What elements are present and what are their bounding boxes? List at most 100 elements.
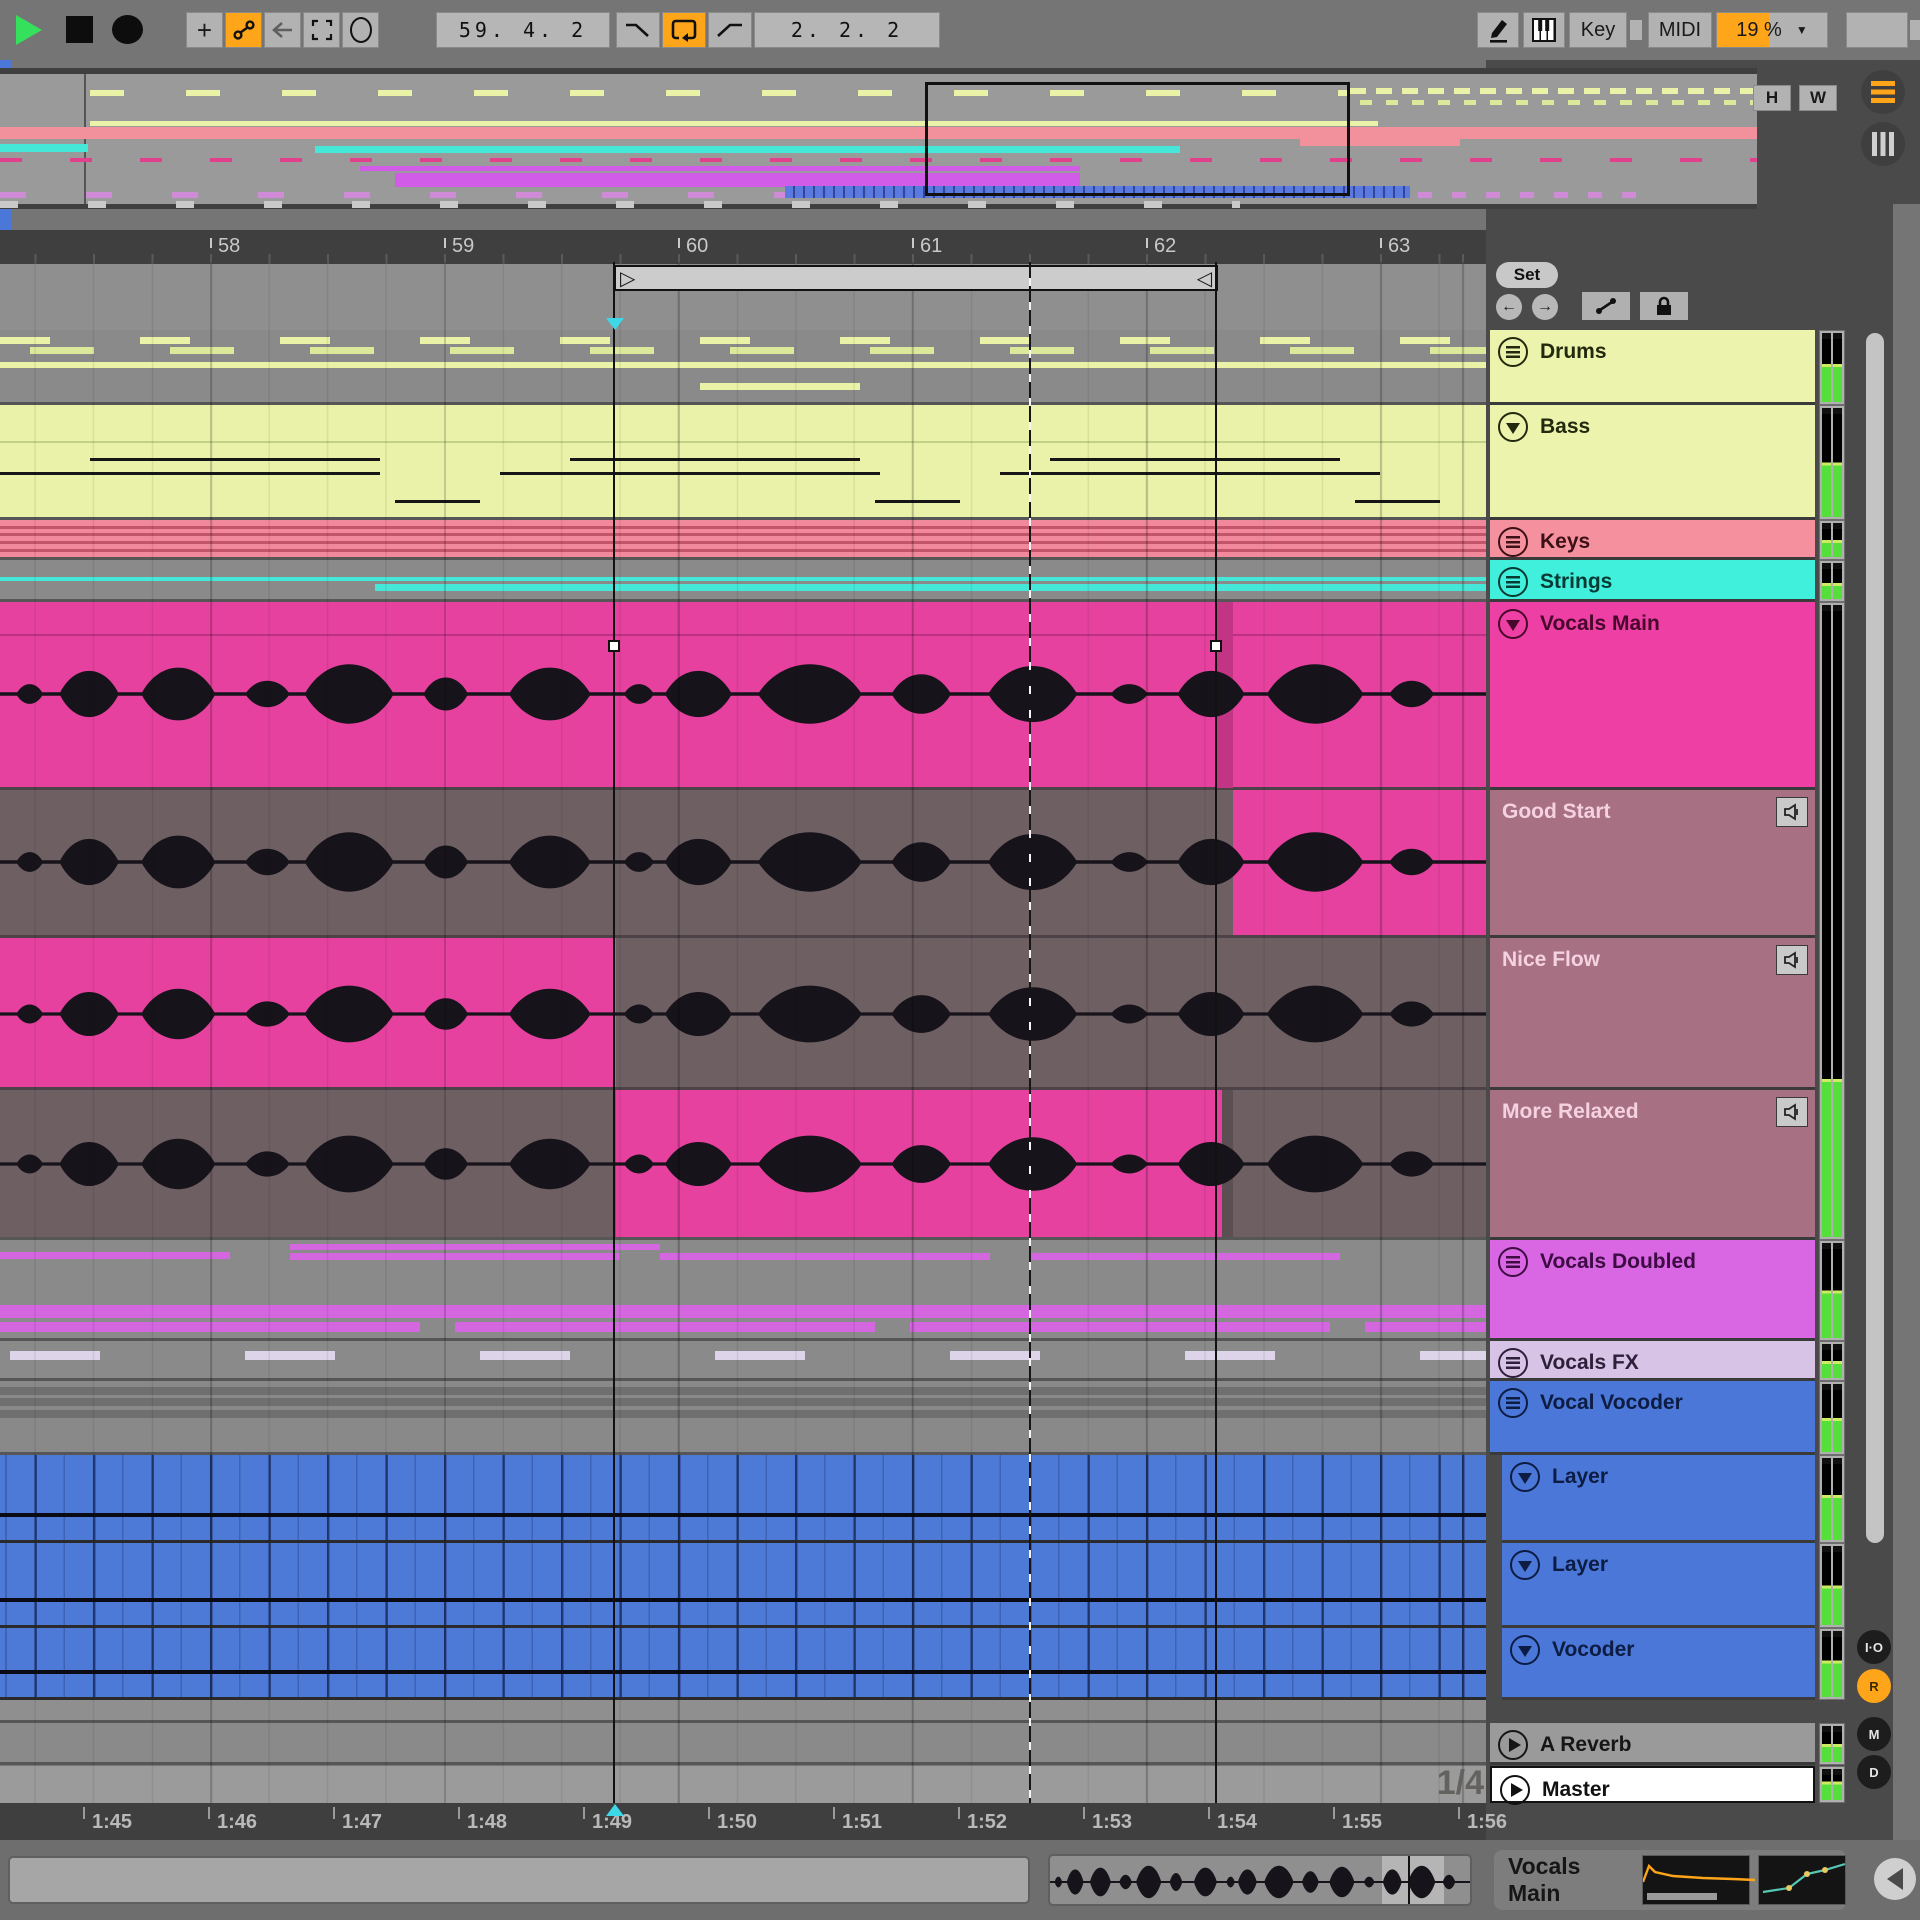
add-locator-button[interactable]: + [186,12,223,48]
next-locator-button[interactable]: → [1532,294,1558,320]
meter-bar [1833,333,1842,402]
track-header-more-relaxed[interactable]: More Relaxed [1490,1090,1815,1240]
time-label: 1:54 [1217,1811,1257,1834]
track-header-strings[interactable]: Strings [1490,560,1815,602]
track-header-a-reverb[interactable]: A Reverb [1490,1723,1815,1765]
automation-mode-button[interactable] [225,12,262,48]
lane-audition-button[interactable] [1776,1097,1808,1127]
fold-triangle-icon[interactable] [1498,609,1528,639]
time-label: 1:51 [842,1811,882,1834]
prev-locator-button[interactable]: ← [1496,294,1522,320]
lock-envelopes-button[interactable] [1640,292,1688,320]
overview-height-button[interactable]: H [1753,85,1791,111]
track-header-vocals-main[interactable]: Vocals Main [1490,602,1815,790]
fade-handle-left[interactable] [608,640,620,652]
follow-button[interactable] [342,12,379,48]
midi-map-button[interactable]: MIDI [1648,12,1712,48]
computer-midi-keyboard-button[interactable] [1523,12,1565,48]
track-header-vocals-doubled[interactable]: Vocals Doubled [1490,1240,1815,1341]
track-header-drums[interactable]: Drums [1490,330,1815,405]
record-button[interactable] [112,15,143,44]
loop-start-line[interactable] [613,262,615,1803]
loop-brace[interactable]: ▷◁ [614,265,1218,291]
cpu-dropdown-caret-icon[interactable]: ▼ [1796,23,1808,37]
track-header-vocals-fx[interactable]: Vocals FX [1490,1341,1815,1381]
device-curve-thumbnail[interactable] [1758,1855,1846,1905]
track-header-master[interactable]: Master [1490,1766,1815,1803]
track-header-vocoder[interactable]: Vocoder [1502,1628,1815,1700]
play-circle-icon[interactable] [1498,1730,1528,1760]
loop-end-line[interactable] [1215,262,1217,1803]
track-header-keys[interactable]: Keys [1490,520,1815,560]
fold-triangle-icon[interactable] [1510,1462,1540,1492]
mixer-toggle-m[interactable]: M [1857,1717,1891,1751]
vocoder-bands [0,1398,1486,1406]
play-circle-icon[interactable] [1500,1775,1530,1805]
bar-time-ruler[interactable]: 585960616263 [0,230,1486,264]
clip-lane-vocoder[interactable] [0,1628,1486,1700]
grid-value-label[interactable]: 1/4 [1404,1764,1484,1803]
track-name-label: Keys [1540,527,1590,554]
track-header-vocal-vocoder[interactable]: Vocal Vocoder [1490,1381,1815,1455]
clip-lane-vocals-fx[interactable] [0,1341,1486,1381]
clip-lane-layer-2[interactable] [0,1543,1486,1628]
mixer-toggle-i-o[interactable]: I·O [1857,1630,1891,1664]
fold-triangle-icon[interactable] [1510,1635,1540,1665]
show-detail-view-button[interactable] [1874,1858,1916,1900]
mixer-toggle-r[interactable]: R [1857,1669,1891,1703]
lane-master[interactable] [0,1766,1486,1803]
track-header-layer[interactable]: Layer [1502,1543,1815,1628]
minute-second-ruler[interactable]: 1:451:461:471:481:491:501:511:521:531:54… [0,1803,1486,1840]
capture-region-button[interactable] [303,12,340,48]
meter-bar [1822,523,1831,557]
loop-end-handle[interactable]: ◁ [1197,266,1212,291]
icon-glyph [1506,576,1520,588]
meter-bar [1822,1344,1831,1378]
stop-button[interactable] [66,16,93,43]
set-locator-button[interactable]: Set [1496,262,1558,288]
keys-notes [0,541,1486,544]
device-eq-eight-thumbnail[interactable] [1642,1855,1750,1905]
lane-audition-button[interactable] [1776,945,1808,975]
selected-device-strip[interactable]: Vocals Main [1494,1850,1846,1910]
clip-overview-box[interactable] [1048,1854,1472,1906]
vertical-scrollbar[interactable] [1866,333,1884,1543]
mixer-toggle-d[interactable]: D [1857,1755,1891,1789]
loop-start-handle[interactable]: ▷ [620,266,635,291]
overview-width-button[interactable]: W [1799,85,1837,111]
cpu-meter[interactable]: 19 % ▼ [1716,12,1828,48]
track-menu-icon[interactable] [1498,337,1528,367]
re-enable-automation-button[interactable] [264,12,301,48]
track-header-good-start[interactable]: Good Start [1490,790,1815,938]
arrangement-overview[interactable] [0,68,1757,209]
track-header-nice-flow[interactable]: Nice Flow [1490,938,1815,1090]
track-header-bass[interactable]: Bass [1490,405,1815,520]
draw-mode-button[interactable] [1477,12,1519,48]
punch-in-button[interactable] [616,12,660,48]
punch-out-button[interactable] [708,12,752,48]
key-map-button[interactable]: Key [1569,12,1627,48]
track-menu-icon[interactable] [1498,527,1528,557]
arrangement-view-toggle[interactable] [1861,70,1905,114]
arrangement-position-display[interactable]: 59. 4. 2 [436,12,610,48]
loop-length-display[interactable]: 2. 2. 2 [754,12,940,48]
lane-audition-button[interactable] [1776,797,1808,827]
overview-viewport[interactable] [925,82,1350,196]
track-header-layer[interactable]: Layer [1502,1455,1815,1543]
fold-triangle-icon[interactable] [1498,412,1528,442]
play-button[interactable] [16,15,42,45]
fold-triangle-icon[interactable] [1510,1550,1540,1580]
link-markers-button[interactable] [1582,292,1630,320]
loop-button[interactable] [662,12,706,48]
fade-handle-right[interactable] [1210,640,1222,652]
session-view-toggle[interactable] [1861,122,1905,166]
layer-note-line [0,1598,1486,1602]
track-menu-icon[interactable] [1498,567,1528,597]
track-menu-icon[interactable] [1498,1348,1528,1378]
lane-a-reverb[interactable] [0,1723,1486,1765]
clip-lane-strings[interactable] [0,560,1486,602]
clip-lane-layer-1[interactable] [0,1455,1486,1543]
icon-glyph [1518,1561,1532,1572]
track-menu-icon[interactable] [1498,1388,1528,1418]
track-menu-icon[interactable] [1498,1247,1528,1277]
